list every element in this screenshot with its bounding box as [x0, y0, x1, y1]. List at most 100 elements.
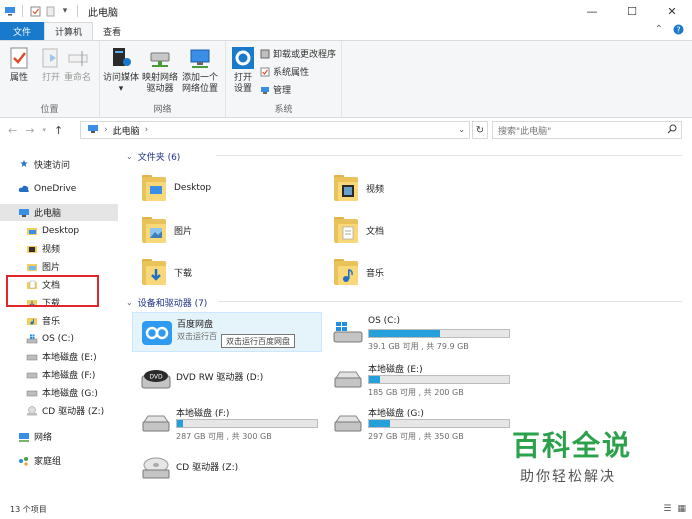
back-arrow-icon[interactable]: ← [8, 124, 17, 137]
chevron-down-icon: ⌄ [126, 298, 133, 307]
drive-icon [26, 369, 38, 381]
folder-icon [26, 225, 38, 237]
window-title: 此电脑 [88, 7, 118, 19]
sidebar-item-drive-g[interactable]: 本地磁盘 (G:) [0, 384, 118, 401]
tooltip: 双击运行百度网盘 [221, 334, 295, 348]
settings-gear-icon [230, 45, 256, 71]
windows-drive-icon [332, 320, 364, 344]
drive-item-e[interactable]: 本地磁盘 (E:) 185 GB 可用 , 共 200 GB [324, 358, 514, 398]
ribbon-group-label: 网络 [153, 105, 172, 115]
drive-item-g[interactable]: 本地磁盘 (G:) 297 GB 可用 , 共 350 GB [324, 402, 514, 442]
sidebar-item-desktop[interactable]: Desktop [0, 222, 118, 239]
drive-usage-bar [176, 419, 318, 428]
uninstall-program-button[interactable]: 卸载或更改程序 [260, 47, 336, 60]
details-view-icon[interactable]: ☰ [663, 504, 671, 514]
drive-item-z[interactable]: CD 驱动器 (Z:) [132, 448, 322, 488]
picture-folder-icon [140, 215, 168, 245]
picture-folder-icon [26, 261, 38, 273]
properties-icon[interactable] [29, 5, 41, 17]
help-icon[interactable]: ? [673, 24, 684, 38]
sidebar-item-drive-z[interactable]: CD 驱动器 (Z:) [0, 402, 118, 419]
new-folder-icon[interactable] [44, 5, 56, 17]
folders-section-header[interactable]: ⌄ 文件夹 (6) [126, 150, 686, 163]
refresh-button[interactable]: ↻ [472, 121, 488, 139]
network-drive-icon [147, 45, 173, 71]
chevron-up-icon[interactable]: ⌃ [655, 24, 663, 38]
sidebar-item-quick-access[interactable]: ★ 快速访问 [0, 156, 118, 173]
sidebar-item-this-pc[interactable]: 此电脑 [0, 204, 118, 221]
sidebar-item-music[interactable]: 音乐 [0, 312, 118, 329]
quick-access-toolbar: ▾ 此电脑 [0, 4, 118, 19]
forward-arrow-icon[interactable]: → [25, 124, 34, 137]
large-icons-view-icon[interactable]: ▦ [677, 504, 686, 514]
network-icon [18, 431, 30, 443]
chevron-down-icon[interactable]: ⌄ [458, 125, 465, 134]
uninstall-icon [260, 49, 270, 59]
drives-section-header[interactable]: ⌄ 设备和驱动器 (7) [126, 296, 686, 309]
breadcrumb-separator-icon[interactable]: › [145, 125, 149, 135]
title-bar: ▾ 此电脑 — ☐ ✕ [0, 0, 692, 22]
drive-icon [26, 351, 38, 363]
map-network-drive-button[interactable]: 映射网络 驱动器 [142, 45, 178, 95]
navigation-bar: ← → ▾ ↑ › 此电脑 › ⌄ ↻ 搜索"此电脑" [0, 119, 692, 141]
document-folder-icon [332, 215, 360, 245]
folder-downloads[interactable]: 下载 [140, 254, 320, 290]
folder-music[interactable]: 音乐 [332, 254, 512, 290]
dvd-drive-icon: DVD [140, 366, 172, 390]
breadcrumb-separator-icon[interactable]: › [104, 125, 108, 135]
download-folder-icon [140, 257, 168, 287]
add-network-location-button[interactable]: 添加一个 网络位置 [182, 45, 218, 95]
address-bar[interactable]: › 此电脑 › ⌄ [80, 121, 470, 139]
music-folder-icon [26, 315, 38, 327]
search-input[interactable]: 搜索"此电脑" [492, 121, 682, 139]
media-server-icon [108, 45, 134, 71]
folder-pictures[interactable]: 图片 [140, 212, 320, 248]
rename-icon [65, 45, 91, 71]
drive-item-d[interactable]: DVD DVD RW 驱动器 (D:) [132, 358, 322, 398]
homegroup-icon [18, 455, 30, 467]
folder-documents[interactable]: 文档 [332, 212, 512, 248]
baidu-cloud-icon [141, 321, 173, 345]
manage-button[interactable]: 管理 [260, 83, 291, 96]
drive-item-f[interactable]: 本地磁盘 (F:) 287 GB 可用 , 共 300 GB [132, 402, 322, 442]
access-media-button[interactable]: 访问媒体 ▾ [103, 45, 139, 95]
open-settings-button[interactable]: 打开 设置 [230, 45, 256, 95]
computer-icon [87, 124, 99, 137]
open-button[interactable]: 打开 [38, 45, 64, 84]
windows-drive-icon [26, 333, 38, 345]
close-button[interactable]: ✕ [652, 0, 692, 22]
sidebar-item-videos[interactable]: 视频 [0, 240, 118, 257]
minimize-button[interactable]: — [572, 0, 612, 22]
tab-computer[interactable]: 计算机 [44, 22, 94, 40]
rename-button[interactable]: 重命名 [64, 45, 91, 84]
system-properties-button[interactable]: 系统属性 [260, 65, 309, 78]
drive-item-c[interactable]: OS (C:) 39.1 GB 可用 , 共 79.9 GB [324, 312, 514, 352]
properties-button[interactable]: 属性 [6, 45, 32, 84]
maximize-button[interactable]: ☐ [612, 0, 652, 22]
cloud-icon [18, 183, 30, 195]
folder-videos[interactable]: 视频 [332, 170, 512, 206]
sidebar-item-network[interactable]: 网络 [0, 428, 118, 445]
chevron-down-icon[interactable]: ▾ [59, 5, 71, 17]
up-arrow-icon[interactable]: ↑ [54, 124, 63, 137]
drive-usage-bar [368, 419, 510, 428]
svg-text:DVD: DVD [149, 374, 163, 381]
drive-icon [26, 387, 38, 399]
ribbon-group-label: 系统 [274, 105, 293, 115]
tab-view[interactable]: 查看 [93, 22, 131, 40]
sidebar-item-homegroup[interactable]: 家庭组 [0, 452, 118, 469]
drive-icon [332, 410, 364, 434]
sidebar-item-pictures[interactable]: 图片 [0, 258, 118, 275]
sidebar-item-drive-e[interactable]: 本地磁盘 (E:) [0, 348, 118, 365]
chevron-down-icon[interactable]: ▾ [42, 126, 46, 134]
tab-file[interactable]: 文件 [0, 22, 44, 40]
breadcrumb[interactable]: 此电脑 [113, 124, 140, 137]
sidebar-item-drive-c[interactable]: OS (C:) [0, 330, 118, 347]
computer-icon [18, 207, 30, 219]
sidebar-item-onedrive[interactable]: OneDrive [0, 180, 118, 197]
folder-desktop[interactable]: Desktop [140, 170, 320, 206]
ribbon-group-network: 访问媒体 ▾ 映射网络 驱动器 添加一个 网络位置 网络 [100, 41, 226, 118]
divider [77, 5, 78, 17]
sidebar-item-drive-f[interactable]: 本地磁盘 (F:) [0, 366, 118, 383]
drive-icon [332, 366, 364, 390]
